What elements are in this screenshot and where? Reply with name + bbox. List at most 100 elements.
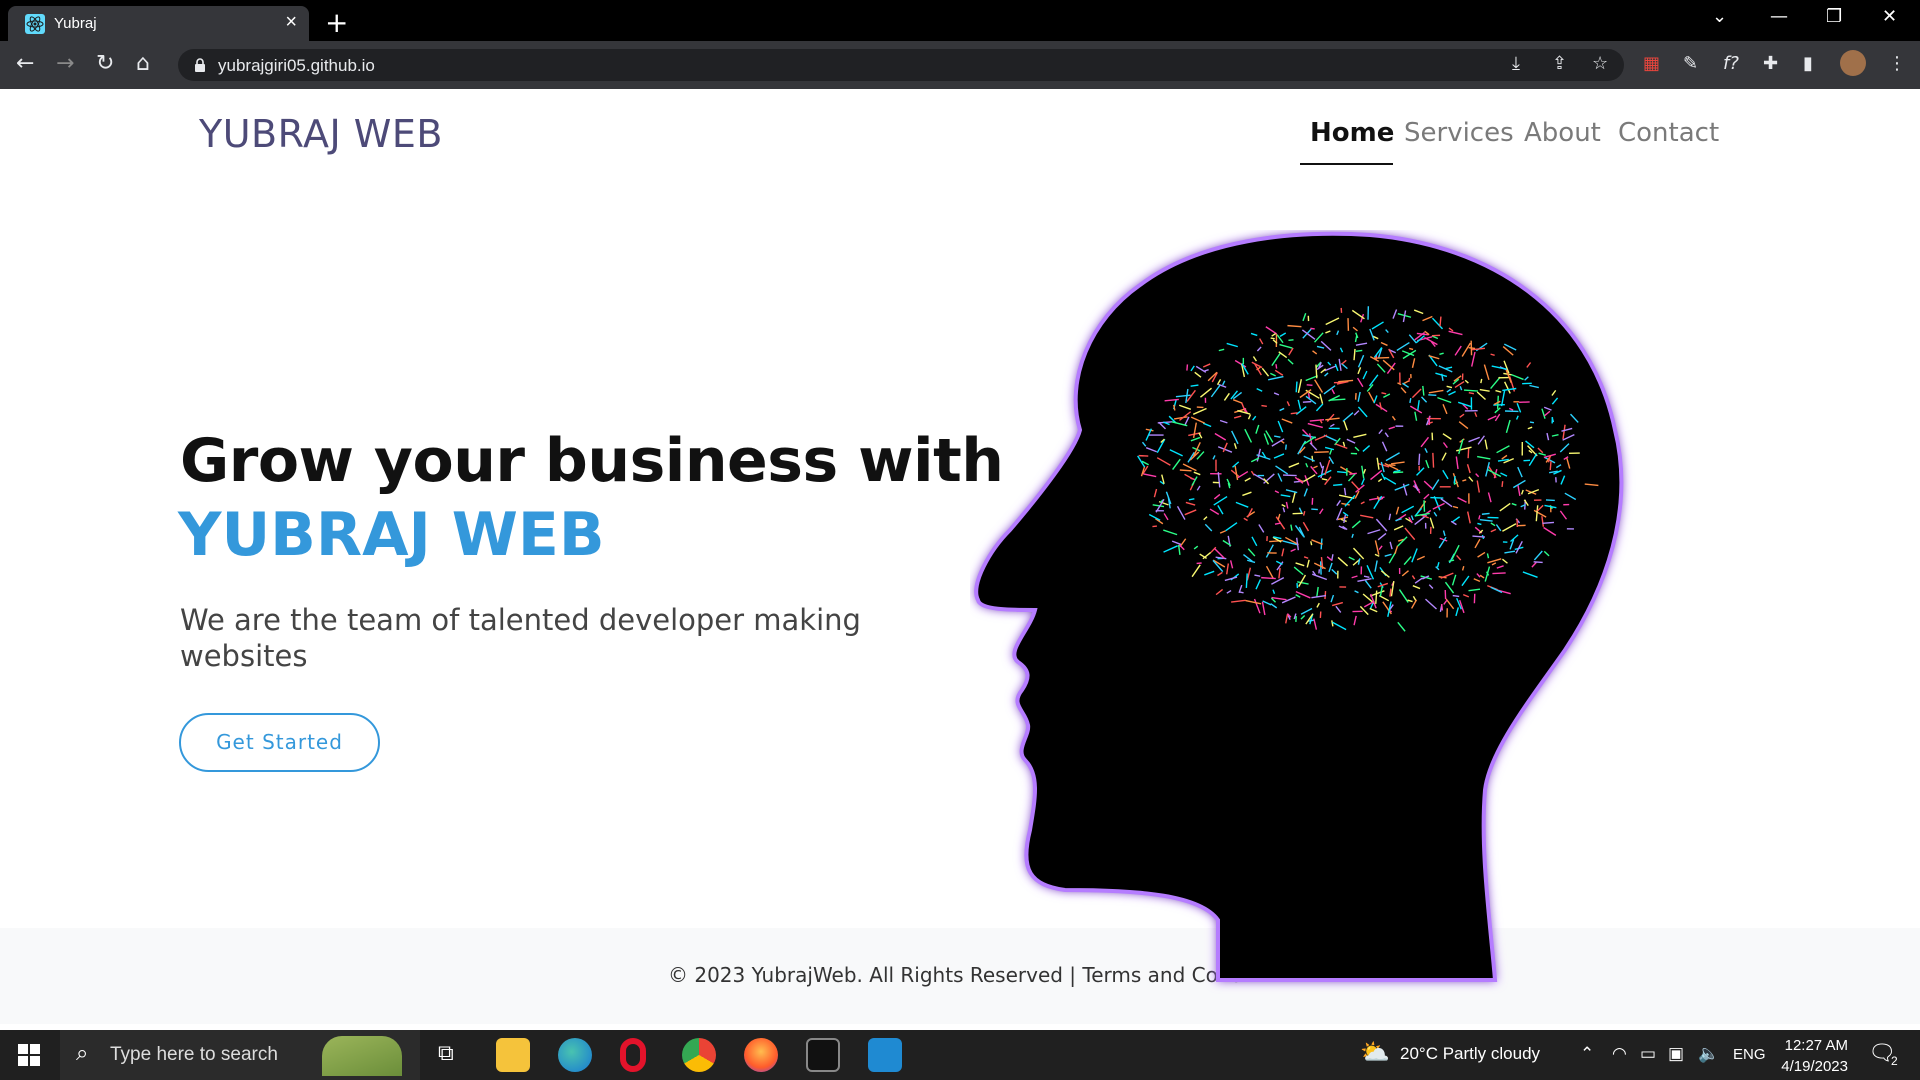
brain-stroke: [1452, 594, 1460, 598]
brain-stroke: [1533, 561, 1543, 564]
brain-stroke: [1314, 451, 1329, 454]
menu-kebab-icon[interactable]: ⋮: [1888, 53, 1906, 74]
install-app-icon[interactable]: ⤓: [1512, 53, 1520, 74]
tray-overflow-icon[interactable]: ⌃: [1580, 1044, 1594, 1064]
brain-stroke: [1288, 339, 1294, 342]
brain-stroke: [1389, 588, 1392, 597]
extension-font-icon[interactable]: f?: [1723, 53, 1739, 74]
brain-stroke: [1290, 412, 1298, 415]
forward-icon[interactable]: →: [56, 51, 74, 76]
weather-text[interactable]: 20°C Partly cloudy: [1400, 1044, 1540, 1064]
nav-home[interactable]: Home: [1310, 118, 1394, 148]
brain-stroke: [1355, 349, 1363, 352]
firefox-icon[interactable]: [744, 1038, 778, 1072]
back-icon[interactable]: ←: [16, 51, 34, 76]
browser-tab-strip: Yubraj × + ⌄ — ❐ ✕: [0, 0, 1920, 41]
brain-stroke: [1440, 603, 1444, 611]
tab-close-icon[interactable]: ×: [285, 11, 297, 34]
brain-stroke: [1418, 453, 1421, 466]
brain-stroke: [1439, 316, 1442, 327]
brain-stroke: [1284, 444, 1287, 450]
vscode-icon[interactable]: [868, 1038, 902, 1072]
nav-contact[interactable]: Contact: [1618, 118, 1719, 148]
search-highlight-image: [322, 1036, 402, 1076]
brain-stroke: [1477, 522, 1482, 526]
opera-icon[interactable]: [620, 1038, 646, 1072]
side-panel-icon[interactable]: ▮: [1803, 53, 1813, 74]
brain-stroke: [1486, 553, 1490, 559]
brain-stroke: [1430, 496, 1444, 499]
brain-stroke: [1261, 404, 1267, 408]
brain-stroke: [1481, 512, 1490, 515]
brain-stroke: [1186, 364, 1189, 371]
chrome-icon[interactable]: [682, 1038, 716, 1072]
search-placeholder: Type here to search: [110, 1044, 278, 1065]
battery-icon[interactable]: ▭: [1640, 1044, 1656, 1064]
extension-pen-icon[interactable]: ✎: [1683, 53, 1698, 74]
brain-stroke: [1453, 475, 1456, 484]
edge-icon[interactable]: [558, 1038, 592, 1072]
brain-stroke: [1529, 421, 1535, 424]
reload-icon[interactable]: ↻: [96, 51, 114, 76]
nav-services[interactable]: Services: [1404, 118, 1514, 148]
hero-subtitle: We are the team of talented developer ma…: [180, 603, 861, 673]
brain-stroke: [1432, 452, 1435, 468]
brain-stroke: [1337, 471, 1347, 474]
volume-icon[interactable]: 🔈: [1698, 1044, 1719, 1064]
site-brand[interactable]: YUBRAJ WEB: [199, 112, 443, 156]
browser-toolbar: ← → ↻ ⌂ yubrajgiri05.github.io ⤓ ⇪ ☆ ▦ ✎…: [0, 41, 1920, 89]
brain-stroke: [1152, 525, 1157, 528]
brain-stroke: [1295, 381, 1298, 393]
restore-icon[interactable]: ❐: [1826, 6, 1842, 27]
brain-stroke: [1373, 356, 1390, 359]
network-icon[interactable]: ◠: [1612, 1044, 1627, 1064]
home-icon[interactable]: ⌂: [136, 51, 150, 76]
active-nav-underline: [1300, 163, 1393, 165]
brain-stroke: [1245, 573, 1248, 588]
search-icon: ⌕: [76, 1041, 89, 1066]
taskbar-clock[interactable]: 12:27 AM 4/19/2023: [1768, 1035, 1848, 1077]
lock-icon: [195, 58, 205, 72]
brain-stroke: [1310, 541, 1313, 546]
task-view-icon[interactable]: ⧉: [438, 1040, 454, 1066]
meet-now-icon[interactable]: ▣: [1668, 1044, 1684, 1064]
taskbar-search[interactable]: ⌕ Type here to search: [60, 1030, 420, 1080]
tab-search-chevron-icon[interactable]: ⌄: [1712, 6, 1727, 27]
brain-stroke: [1261, 576, 1276, 580]
brain-stroke: [1302, 400, 1312, 403]
extensions-puzzle-icon[interactable]: ✚: [1763, 53, 1778, 74]
browser-tab[interactable]: Yubraj ×: [8, 6, 309, 41]
brain-stroke: [1306, 384, 1313, 387]
clock-time: 12:27 AM: [1784, 1037, 1848, 1054]
brain-stroke: [1310, 327, 1315, 330]
brain-stroke: [1409, 398, 1412, 404]
brain-stroke: [1549, 461, 1552, 471]
notification-count: 2: [1891, 1054, 1898, 1068]
minimize-icon[interactable]: —: [1770, 6, 1788, 27]
react-favicon-icon: [25, 14, 45, 34]
bookmark-star-icon[interactable]: ☆: [1592, 53, 1608, 74]
nav-about[interactable]: About: [1524, 118, 1601, 148]
brain-stroke: [1492, 572, 1506, 575]
extension-color-icon[interactable]: ▦: [1643, 53, 1660, 74]
terminal-icon[interactable]: [806, 1038, 840, 1072]
windows-start-icon[interactable]: [18, 1044, 40, 1066]
new-tab-icon[interactable]: +: [325, 6, 348, 39]
brain-stroke: [1408, 377, 1411, 383]
brain-stroke: [1353, 348, 1356, 361]
language-indicator[interactable]: ENG: [1733, 1046, 1766, 1063]
share-icon[interactable]: ⇪: [1552, 53, 1567, 74]
window-close-icon[interactable]: ✕: [1882, 6, 1897, 27]
get-started-button[interactable]: Get Started: [179, 713, 380, 772]
brain-stroke: [1188, 498, 1195, 501]
brain-stroke: [1501, 481, 1504, 487]
hero-headline: Grow your business with: [180, 426, 1004, 496]
brain-stroke: [1375, 590, 1378, 604]
file-explorer-icon[interactable]: [496, 1038, 530, 1072]
brain-stroke: [1467, 447, 1470, 459]
profile-avatar[interactable]: [1840, 50, 1866, 76]
brain-stroke: [1392, 471, 1404, 474]
address-bar[interactable]: yubrajgiri05.github.io: [178, 49, 1624, 81]
brain-stroke: [1542, 521, 1555, 524]
weather-icon: ⛅: [1360, 1039, 1390, 1066]
